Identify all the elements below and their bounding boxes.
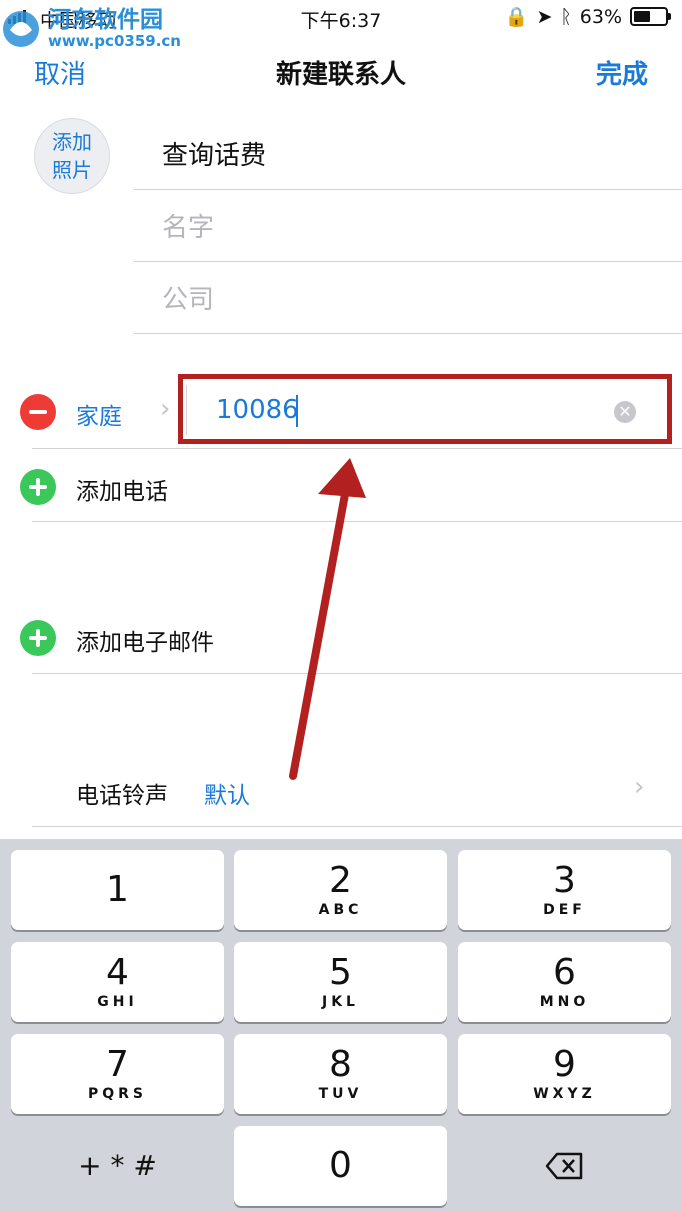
key-2[interactable]: 2 ABC <box>234 850 447 930</box>
key-digit: 9 <box>553 1044 576 1085</box>
key-digit: 5 <box>329 952 352 993</box>
key-letters: PQRS <box>87 1086 148 1102</box>
numeric-keypad: 1 2 ABC 3 DEF 4 GHI 5 JKL 6 MNO 7 PQRS 8… <box>0 839 682 1212</box>
key-letters: ABC <box>318 902 363 918</box>
key-letters: TUV <box>318 1086 363 1102</box>
key-1[interactable]: 1 <box>11 850 224 930</box>
key-letters: DEF <box>543 902 586 918</box>
key-symbols-label: + * # <box>78 1149 157 1182</box>
key-0[interactable]: 0 <box>234 1126 447 1206</box>
key-8[interactable]: 8 TUV <box>234 1034 447 1114</box>
key-4[interactable]: 4 GHI <box>11 942 224 1022</box>
key-letters: MNO <box>539 994 590 1010</box>
key-3[interactable]: 3 DEF <box>458 850 671 930</box>
annotation-arrow-icon <box>289 458 366 780</box>
backspace-icon <box>545 1152 582 1180</box>
key-7[interactable]: 7 PQRS <box>11 1034 224 1114</box>
key-symbols[interactable]: + * # <box>11 1126 224 1206</box>
key-letters: WXYZ <box>533 1086 596 1102</box>
key-digit: 1 <box>106 869 129 910</box>
key-digit: 3 <box>553 860 576 901</box>
key-6[interactable]: 6 MNO <box>458 942 671 1022</box>
key-letters: GHI <box>97 994 138 1010</box>
key-5[interactable]: 5 JKL <box>234 942 447 1022</box>
backspace-key[interactable] <box>458 1126 671 1206</box>
key-digit: 6 <box>553 952 576 993</box>
key-digit: 0 <box>329 1145 352 1186</box>
key-letters: JKL <box>322 994 359 1010</box>
key-digit: 2 <box>329 860 352 901</box>
key-digit: 4 <box>106 952 129 993</box>
key-9[interactable]: 9 WXYZ <box>458 1034 671 1114</box>
key-digit: 7 <box>106 1044 129 1085</box>
key-digit: 8 <box>329 1044 352 1085</box>
